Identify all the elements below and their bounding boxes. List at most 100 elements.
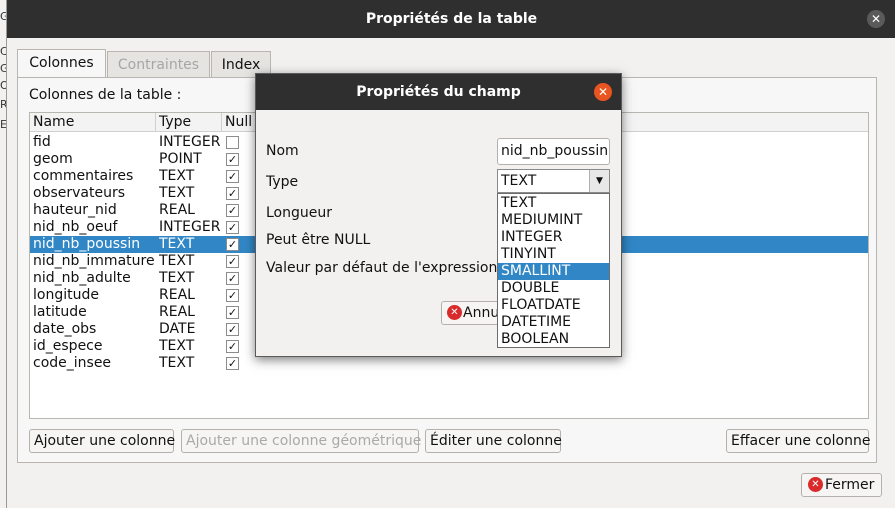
check-icon: ✓ (227, 340, 238, 353)
type-option[interactable]: DATETIME (498, 314, 609, 331)
table-row[interactable]: code_insee TEXT ✓ (30, 355, 868, 372)
null-checkbox[interactable]: ✓ (226, 357, 239, 370)
cell-type: DATE (159, 321, 196, 337)
cell-name: nid_nb_poussin (33, 236, 141, 252)
check-icon: ✓ (227, 306, 238, 319)
type-label: Type (266, 174, 299, 190)
tab-contraintes[interactable]: Contraintes (107, 51, 210, 78)
null-checkbox[interactable]: ✓ (226, 306, 239, 319)
cancel-button-label: Annu (463, 305, 499, 321)
type-option[interactable]: SMALLINT (498, 263, 609, 280)
dialog-close-button[interactable]: ✕ (594, 83, 612, 101)
cancel-button[interactable]: ✕ Annu (441, 301, 499, 325)
cell-name: nid_nb_adulte (33, 270, 131, 286)
null-checkbox[interactable]: ✓ (226, 204, 239, 217)
cell-name: nid_nb_oeuf (33, 219, 118, 235)
check-icon: ✓ (227, 323, 238, 336)
cell-type: TEXT (159, 270, 195, 286)
cell-type: POINT (159, 151, 202, 167)
window-title: Propriétés de la table (365, 11, 538, 27)
check-icon: ✓ (227, 289, 238, 302)
null-checkbox[interactable]: ✓ (226, 340, 239, 353)
close-button-label: Fermer (825, 477, 875, 493)
cell-type: INTEGER (159, 219, 221, 235)
cell-name: code_insee (33, 355, 112, 371)
null-checkbox[interactable]: ✓ (226, 323, 239, 336)
cell-name: hauteur_nid (33, 202, 117, 218)
window-titlebar: Propriétés de la table ✕ (7, 0, 895, 38)
column-header-type[interactable]: Type (156, 113, 222, 132)
cell-type: TEXT (159, 355, 195, 371)
type-option[interactable]: MEDIUMINT (498, 212, 609, 229)
cell-type: REAL (159, 304, 195, 320)
cell-name: id_espece (33, 338, 103, 354)
null-checkbox[interactable]: ✓ (226, 272, 239, 285)
cell-name: latitude (33, 304, 87, 320)
dialog-title: Propriétés du champ (356, 84, 521, 100)
check-icon: ✓ (227, 255, 238, 268)
check-icon: ✓ (227, 170, 238, 183)
cancel-icon: ✕ (447, 305, 462, 320)
close-icon: ✕ (870, 12, 882, 26)
window-close-button[interactable]: ✕ (867, 10, 885, 28)
default-expression-label: Valeur par défaut de l'expression (266, 260, 498, 276)
type-select[interactable]: TEXT ▼ (497, 169, 610, 193)
cell-type: TEXT (159, 338, 195, 354)
check-icon: ✓ (227, 238, 238, 251)
check-icon: ✓ (227, 153, 238, 166)
cell-type: REAL (159, 287, 195, 303)
delete-column-button[interactable]: Effacer une colonne (726, 429, 870, 453)
null-checkbox[interactable]: ✓ (226, 289, 239, 302)
length-label: Longueur (266, 205, 332, 221)
cell-type: TEXT (159, 168, 195, 184)
check-icon: ✓ (227, 357, 238, 370)
tab-colonnes[interactable]: Colonnes (17, 49, 106, 78)
cell-type: TEXT (159, 185, 195, 201)
columns-section-label: Colonnes de la table : (29, 87, 182, 103)
null-checkbox[interactable]: ✓ (226, 238, 239, 251)
cell-name: fid (33, 134, 51, 150)
cell-name: nid_nb_immature (33, 253, 155, 269)
close-icon: ✕ (597, 85, 609, 99)
cell-type: TEXT (159, 236, 195, 252)
type-dropdown-list[interactable]: TEXT MEDIUMINT INTEGER TINYINT SMALLINT DOUBL… (497, 193, 610, 348)
nullable-label: Peut être NULL (266, 232, 371, 248)
null-checkbox[interactable] (226, 136, 239, 149)
null-checkbox[interactable]: ✓ (226, 255, 239, 268)
type-option[interactable]: BOOLEAN (498, 331, 609, 348)
null-checkbox[interactable]: ✓ (226, 187, 239, 200)
cell-name: geom (33, 151, 73, 167)
column-header-name[interactable]: Name (30, 113, 156, 132)
edit-column-button[interactable]: Éditer une colonne (425, 429, 562, 453)
check-icon: ✓ (227, 187, 238, 200)
type-option[interactable]: FLOATDATE (498, 297, 609, 314)
cell-name: date_obs (33, 321, 97, 337)
tab-label: Contraintes (117, 57, 200, 73)
check-icon: ✓ (227, 204, 238, 217)
field-name-input[interactable]: nid_nb_poussin (497, 138, 610, 165)
name-label: Nom (266, 143, 299, 159)
cancel-icon: ✕ (808, 477, 823, 492)
chevron-down-icon[interactable]: ▼ (589, 170, 609, 192)
dialog-titlebar: Propriétés du champ ✕ (256, 74, 621, 110)
cell-type: TEXT (159, 253, 195, 269)
check-icon: ✓ (227, 221, 238, 234)
close-button[interactable]: ✕ Fermer (801, 473, 882, 497)
type-option[interactable]: TINYINT (498, 246, 609, 263)
type-option[interactable]: DOUBLE (498, 280, 609, 297)
tab-label: Index (221, 57, 261, 73)
cell-name: commentaires (33, 168, 134, 184)
type-select-value: TEXT (501, 173, 537, 189)
type-option[interactable]: TEXT (498, 195, 609, 212)
type-option[interactable]: INTEGER (498, 229, 609, 246)
cell-type: REAL (159, 202, 195, 218)
add-column-button[interactable]: Ajouter une colonne (29, 429, 175, 453)
null-checkbox[interactable]: ✓ (226, 221, 239, 234)
null-checkbox[interactable]: ✓ (226, 153, 239, 166)
cell-type: INTEGER (159, 134, 221, 150)
check-icon: ✓ (227, 272, 238, 285)
cell-name: observateurs (33, 185, 126, 201)
null-checkbox[interactable]: ✓ (226, 170, 239, 183)
tab-label: Colonnes (29, 55, 94, 71)
add-geometry-column-button[interactable]: Ajouter une colonne géométrique (181, 429, 421, 453)
